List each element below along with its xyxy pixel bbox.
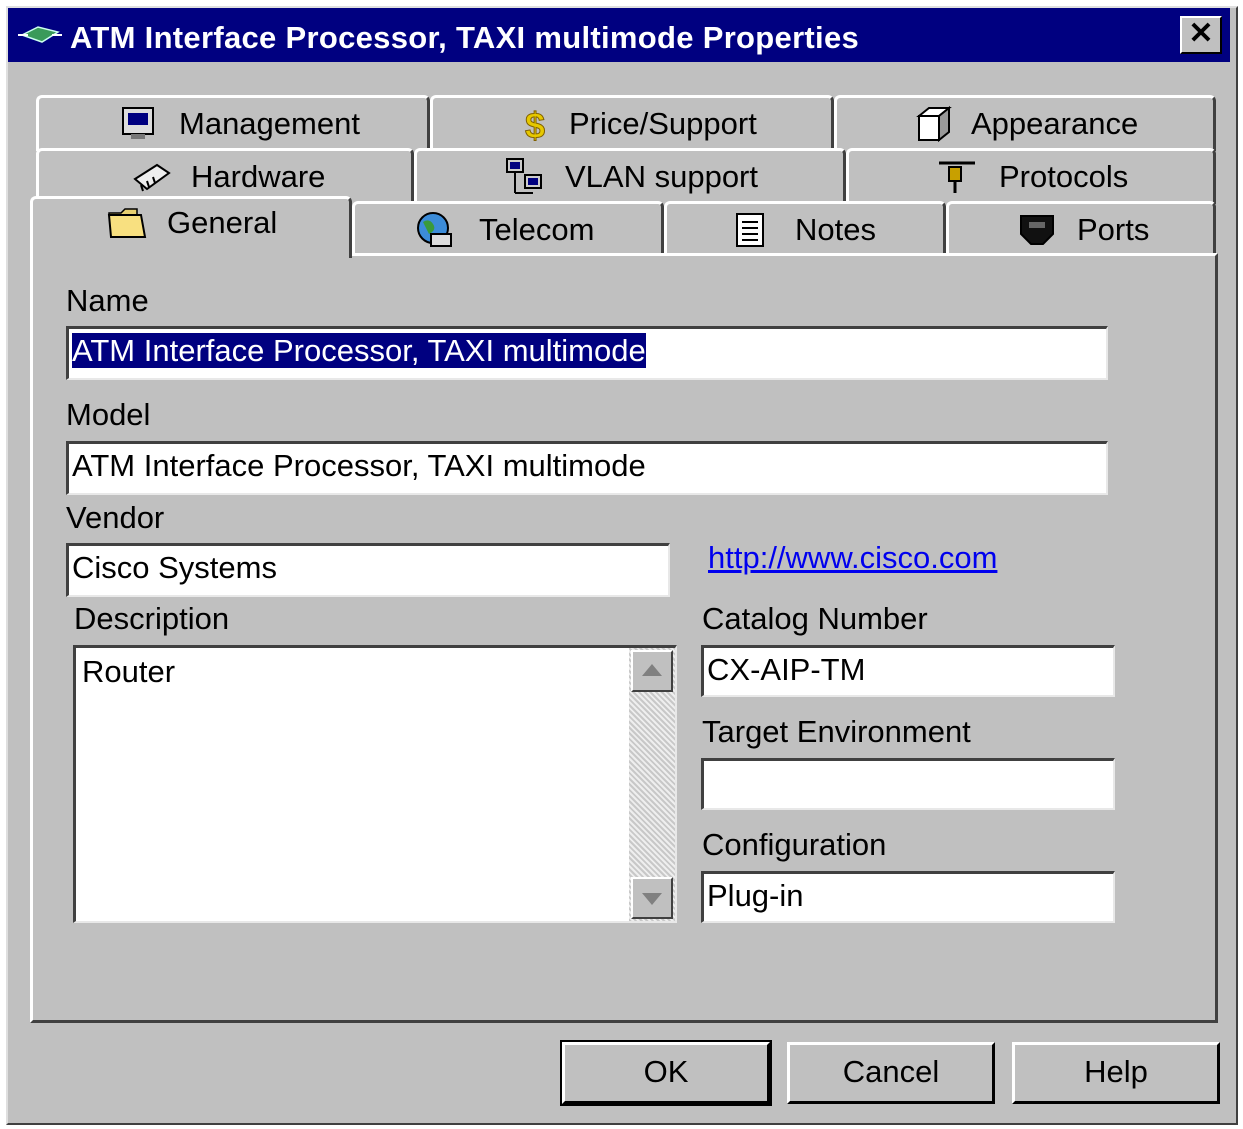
svg-text:$: $ — [525, 105, 545, 144]
ok-button[interactable]: OK — [560, 1040, 772, 1106]
configuration-field[interactable]: Plug-in — [701, 871, 1115, 923]
description-textarea[interactable]: Router — [73, 645, 677, 923]
notepad-icon — [736, 213, 764, 247]
tab-protocols[interactable]: Protocols — [846, 148, 1216, 204]
arrow-up-icon — [642, 664, 662, 676]
catalog-number-label: Catalog Number — [702, 601, 928, 636]
tab-ports[interactable]: Ports — [946, 201, 1216, 255]
tab-label: Protocols — [999, 159, 1129, 194]
vendor-label: Vendor — [66, 500, 165, 535]
window-title: ATM Interface Processor, TAXI multimode … — [70, 20, 860, 55]
name-field[interactable]: ATM Interface Processor, TAXI multimode — [66, 326, 1108, 380]
tab-telecom[interactable]: Telecom — [352, 201, 664, 255]
tab-label: VLAN support — [565, 159, 758, 194]
scroll-up-button[interactable] — [631, 650, 673, 692]
tab-label: Price/Support — [569, 106, 757, 141]
dollar-icon: $ — [525, 105, 546, 145]
close-icon: ✕ — [1188, 17, 1214, 50]
tab-appearance[interactable]: Appearance — [834, 95, 1216, 151]
cancel-button[interactable]: Cancel — [787, 1042, 995, 1104]
vendor-field[interactable]: Cisco Systems — [66, 543, 670, 597]
description-scrollbar[interactable] — [629, 648, 675, 921]
management-icon — [122, 107, 154, 139]
title-bar[interactable]: ATM Interface Processor, TAXI multimode … — [8, 8, 1230, 62]
target-environment-field[interactable] — [701, 758, 1115, 810]
port-icon — [1020, 215, 1054, 245]
tab-label: Telecom — [479, 212, 595, 247]
tab-label: Management — [179, 106, 360, 141]
description-text: Router — [82, 654, 176, 689]
catalog-number-field[interactable]: CX-AIP-TM — [701, 645, 1115, 697]
chip-icon — [133, 163, 171, 192]
help-button[interactable]: Help — [1012, 1042, 1220, 1104]
globe-phone-icon — [417, 212, 452, 247]
cube-icon — [916, 105, 952, 143]
name-field-value: ATM Interface Processor, TAXI multimode — [72, 333, 646, 368]
network-computers-icon — [506, 158, 542, 194]
tab-management[interactable]: Management — [36, 95, 430, 151]
tab-label: Hardware — [191, 159, 326, 194]
model-label: Model — [66, 397, 151, 432]
description-label: Description — [74, 601, 230, 636]
arrow-down-icon — [642, 893, 662, 905]
tab-general[interactable]: General — [30, 196, 352, 258]
tab-label: Notes — [795, 212, 876, 247]
name-label: Name — [66, 283, 149, 318]
tab-label: General — [167, 205, 278, 240]
configuration-label: Configuration — [702, 827, 887, 862]
tab-label: Appearance — [971, 106, 1139, 141]
model-field[interactable]: ATM Interface Processor, TAXI multimode — [66, 441, 1108, 495]
vendor-website-link[interactable]: http://www.cisco.com — [708, 540, 997, 576]
tab-label: Ports — [1077, 212, 1150, 247]
tab-price-support[interactable]: $ Price/Support — [430, 95, 834, 151]
router-card-icon — [18, 26, 62, 43]
target-environment-label: Target Environment — [702, 714, 971, 749]
connector-icon — [939, 161, 975, 193]
tab-notes[interactable]: Notes — [664, 201, 946, 255]
close-button[interactable]: ✕ — [1180, 16, 1222, 54]
folder-icon — [107, 208, 147, 238]
tab-vlan-support[interactable]: VLAN support — [414, 148, 846, 204]
scroll-down-button[interactable] — [631, 877, 673, 919]
